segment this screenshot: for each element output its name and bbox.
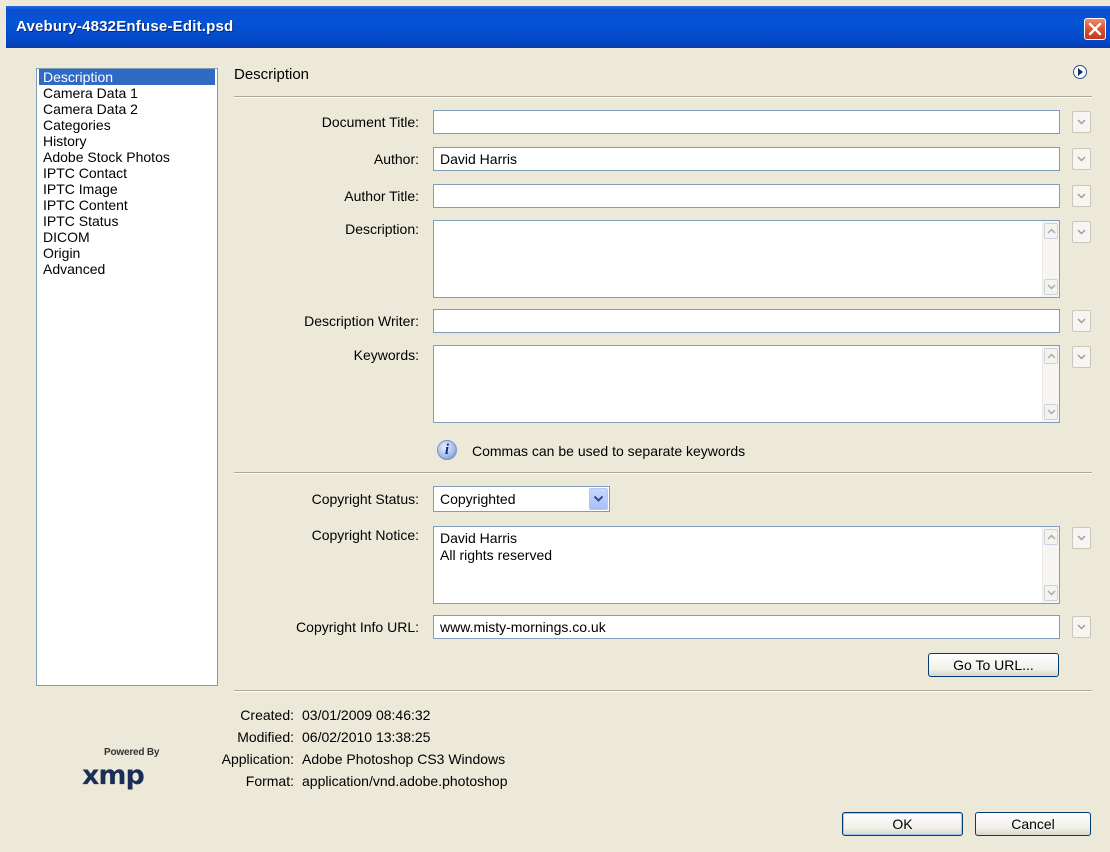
modified-value: 06/02/2010 13:38:25 <box>302 729 431 745</box>
copyright-url-label: Copyright Info URL: <box>296 619 419 635</box>
author-title-label: Author Title: <box>344 188 419 204</box>
description-scrollbar[interactable] <box>1042 221 1059 297</box>
chevron-up-icon <box>1047 353 1056 359</box>
scroll-down-button[interactable] <box>1044 404 1058 420</box>
chevron-down-icon <box>1077 535 1086 541</box>
format-label: Format: <box>245 773 294 789</box>
category-item[interactable]: Description <box>39 69 215 85</box>
keywords-textarea[interactable] <box>433 345 1060 423</box>
keywords-hint: Commas can be used to separate keywords <box>472 443 746 459</box>
chevron-up-icon <box>1047 228 1056 234</box>
chevron-up-icon <box>1047 534 1056 540</box>
close-button[interactable] <box>1084 18 1106 40</box>
document-title-label: Document Title: <box>321 114 419 130</box>
copyright-status-label: Copyright Status: <box>311 491 419 507</box>
document-title-dropdown[interactable] <box>1072 111 1091 133</box>
chevron-down-icon <box>1047 409 1056 415</box>
chevron-down-icon <box>1077 354 1086 360</box>
author-label: Author: <box>373 151 419 167</box>
copyright-url-dropdown[interactable] <box>1072 616 1091 638</box>
category-item[interactable]: Advanced <box>39 261 215 277</box>
modified-label: Modified: <box>237 729 294 745</box>
description-writer-input[interactable] <box>433 309 1060 333</box>
separator <box>234 690 1092 692</box>
keywords-scrollbar[interactable] <box>1042 346 1059 422</box>
window-title: Avebury-4832Enfuse-Edit.psd <box>16 18 234 35</box>
application-value: Adobe Photoshop CS3 Windows <box>302 751 506 767</box>
created-label: Created: <box>240 707 294 723</box>
copyright-url-input[interactable] <box>433 615 1060 639</box>
scroll-up-button[interactable] <box>1044 223 1058 239</box>
description-label: Description: <box>345 221 419 237</box>
keywords-box <box>433 345 1060 423</box>
category-item[interactable]: IPTC Contact <box>39 165 215 181</box>
scroll-up-button[interactable] <box>1044 529 1058 545</box>
keywords-dropdown[interactable] <box>1072 346 1091 368</box>
ok-button[interactable]: OK <box>842 812 963 836</box>
chevron-down-icon <box>1077 624 1086 630</box>
info-icon: i <box>437 440 457 460</box>
chevron-down-icon <box>1077 119 1086 125</box>
application-label: Application: <box>221 751 294 767</box>
description-box <box>433 220 1060 298</box>
go-to-url-button[interactable]: Go To URL... <box>928 653 1059 677</box>
scroll-down-button[interactable] <box>1044 279 1058 295</box>
chevron-down-icon <box>1077 193 1086 199</box>
category-item[interactable]: Camera Data 1 <box>39 85 215 101</box>
copyright-status-value: Copyrighted <box>440 491 516 507</box>
copyright-status-arrow[interactable] <box>589 488 608 510</box>
chevron-down-icon <box>1077 318 1086 324</box>
copyright-notice-dropdown[interactable] <box>1072 527 1091 549</box>
keywords-label: Keywords: <box>353 347 419 363</box>
format-value: application/vnd.adobe.photoshop <box>302 773 508 789</box>
document-title-input[interactable] <box>433 110 1060 134</box>
chevron-down-icon <box>1047 284 1056 290</box>
author-input[interactable] <box>433 147 1060 171</box>
chevron-down-icon <box>593 495 604 502</box>
separator <box>234 472 1092 474</box>
author-title-dropdown[interactable] <box>1072 185 1091 207</box>
copyright-notice-textarea[interactable]: David Harris All rights reserved <box>433 526 1060 604</box>
copyright-notice-label: Copyright Notice: <box>311 527 419 543</box>
category-item[interactable]: Origin <box>39 245 215 261</box>
description-writer-dropdown[interactable] <box>1072 310 1091 332</box>
title-bar[interactable]: Avebury-4832Enfuse-Edit.psd <box>6 6 1110 48</box>
description-dropdown[interactable] <box>1072 221 1091 243</box>
play-icon <box>1078 68 1083 76</box>
chevron-down-icon <box>1077 229 1086 235</box>
powered-by-text: Powered By <box>104 747 160 758</box>
category-item[interactable]: History <box>39 133 215 149</box>
created-value: 03/01/2009 08:46:32 <box>302 707 431 723</box>
copyright-notice-scrollbar[interactable] <box>1042 527 1059 603</box>
copyright-status-select[interactable]: Copyrighted <box>433 486 610 512</box>
section-title: Description <box>234 66 310 83</box>
author-dropdown[interactable] <box>1072 148 1091 170</box>
description-textarea[interactable] <box>433 220 1060 298</box>
author-title-input[interactable] <box>433 184 1060 208</box>
dialog-window: Avebury-4832Enfuse-Edit.psd Description C… <box>6 6 1110 852</box>
chevron-down-icon <box>1077 156 1086 162</box>
separator <box>234 96 1092 98</box>
cancel-button[interactable]: Cancel <box>975 812 1091 836</box>
chevron-down-icon <box>1047 590 1056 596</box>
description-writer-label: Description Writer: <box>304 313 419 329</box>
flyout-menu-button[interactable] <box>1073 65 1087 79</box>
xmp-logo: xmp <box>82 760 145 791</box>
scroll-up-button[interactable] <box>1044 348 1058 364</box>
close-icon <box>1088 22 1102 36</box>
copyright-notice-box: David Harris All rights reserved <box>433 526 1060 604</box>
scroll-down-button[interactable] <box>1044 585 1058 601</box>
